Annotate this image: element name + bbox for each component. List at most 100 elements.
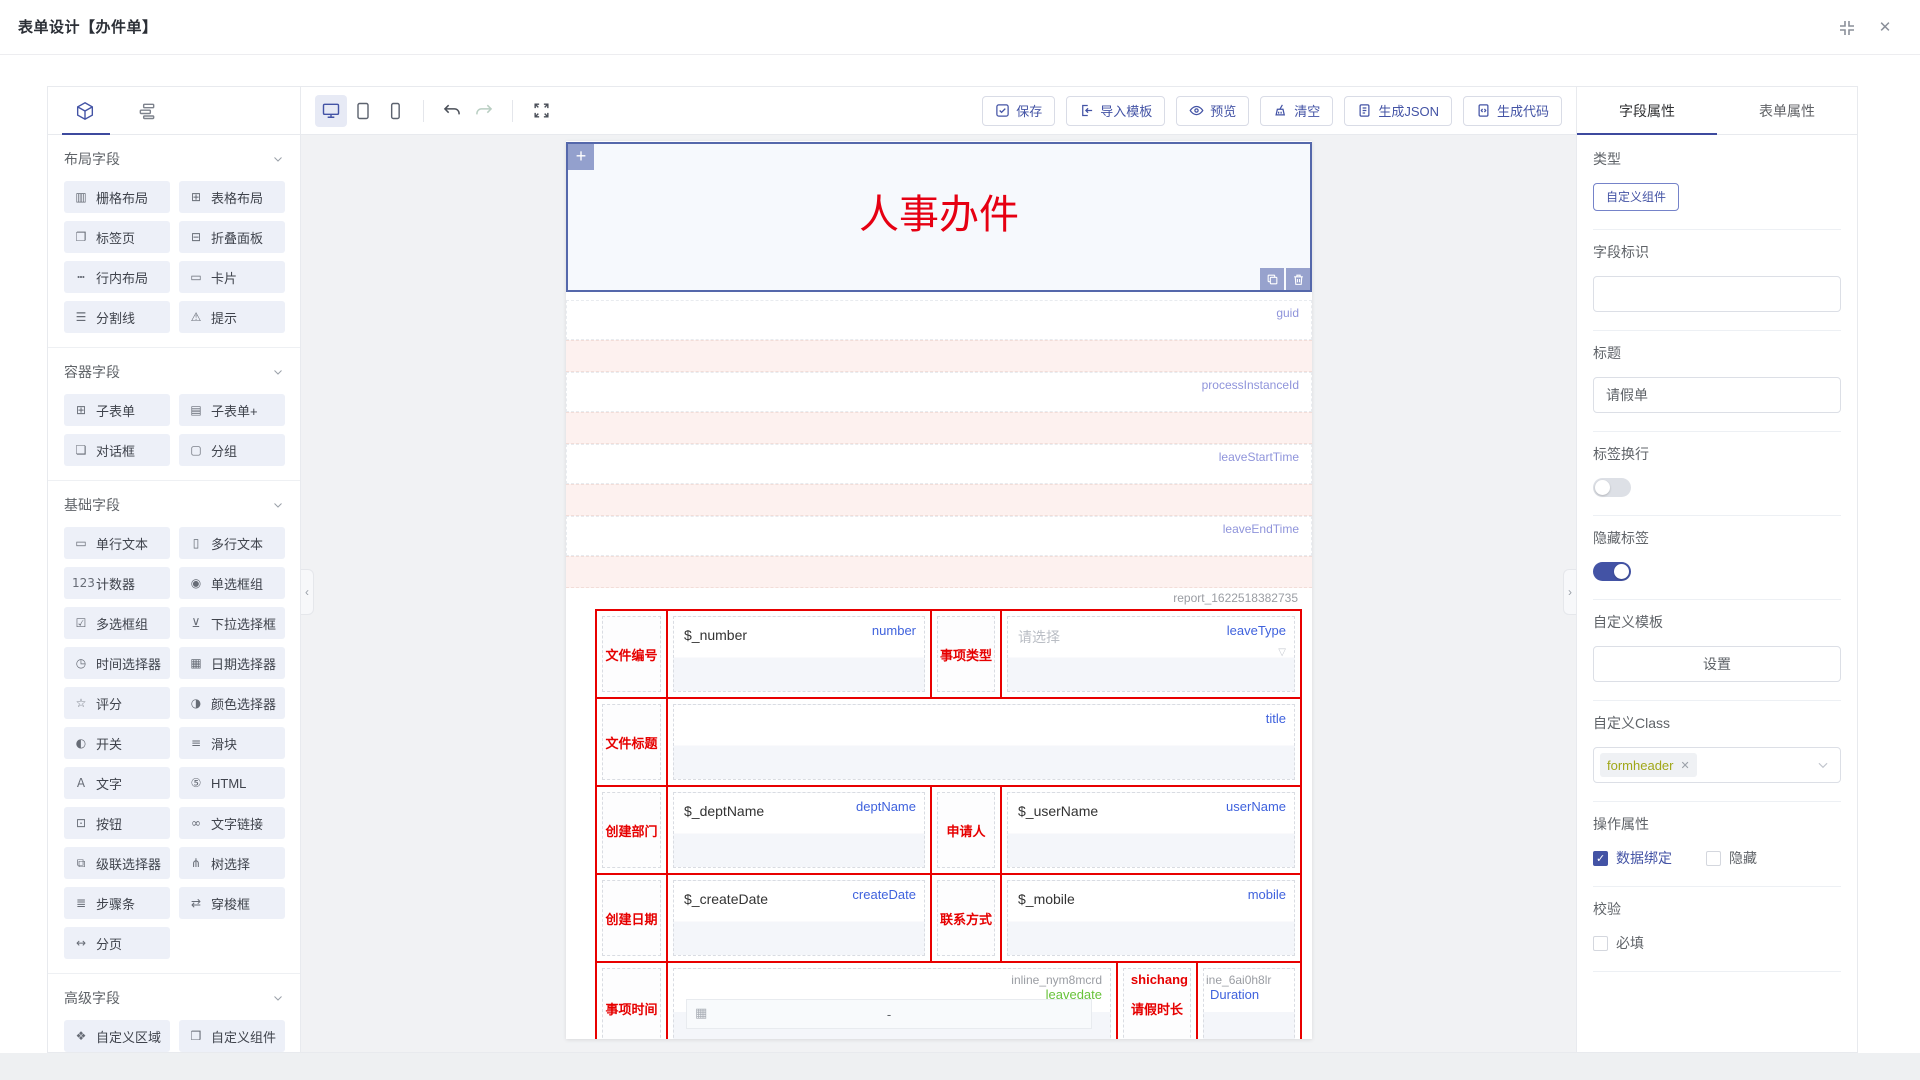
- preview-button[interactable]: 预览: [1176, 96, 1249, 126]
- label-cell[interactable]: 事项类型: [937, 616, 995, 692]
- data-bind-checkbox-row[interactable]: 数据绑定: [1593, 848, 1672, 868]
- input-field-cell[interactable]: title: [673, 704, 1295, 780]
- palette-item[interactable]: ▯多行文本: [179, 527, 285, 559]
- label-cell[interactable]: 创建部门: [602, 792, 661, 868]
- tab-form-properties[interactable]: 表单属性: [1717, 87, 1857, 134]
- field-component[interactable]: leaveStartTime: [566, 444, 1312, 484]
- section-header[interactable]: 容器字段: [64, 362, 284, 382]
- palette-item[interactable]: ▢分组: [179, 434, 285, 466]
- design-canvas[interactable]: ‹ › + 人事办件: [301, 135, 1576, 1052]
- tab-components-cube-icon[interactable]: [72, 98, 98, 124]
- palette-item[interactable]: ∞文字链接: [179, 807, 285, 839]
- palette-item[interactable]: ☰分割线: [64, 301, 170, 333]
- settings-button[interactable]: 设置: [1593, 646, 1841, 682]
- field-id-input[interactable]: [1593, 276, 1841, 312]
- title-input[interactable]: [1593, 377, 1841, 413]
- checkbox-icon[interactable]: [1706, 851, 1721, 866]
- close-icon[interactable]: ✕: [1876, 19, 1894, 37]
- selected-form-header-component[interactable]: + 人事办件: [566, 142, 1312, 292]
- palette-item[interactable]: ▤子表单+: [179, 394, 285, 426]
- save-button[interactable]: 保存: [982, 96, 1055, 126]
- move-handle-icon[interactable]: +: [568, 144, 594, 170]
- clear-button[interactable]: 清空: [1260, 96, 1333, 126]
- palette-item[interactable]: A文字: [64, 767, 170, 799]
- palette-item[interactable]: ⑤HTML: [179, 767, 285, 799]
- palette-item[interactable]: ⊟折叠面板: [179, 221, 285, 253]
- label-cell[interactable]: 联系方式: [937, 880, 995, 956]
- generate-code-button[interactable]: 生成代码: [1463, 96, 1562, 126]
- palette-item[interactable]: ❐标签页: [64, 221, 170, 253]
- collapse-right-handle[interactable]: ›: [1563, 569, 1576, 615]
- palette-item[interactable]: ⧉级联选择器: [64, 847, 170, 879]
- generate-json-button[interactable]: 生成JSON: [1344, 96, 1452, 126]
- hide-tag-toggle[interactable]: [1593, 562, 1631, 581]
- delete-component-button[interactable]: [1286, 268, 1310, 290]
- label-cell[interactable]: 事项时间: [602, 968, 661, 1039]
- palette-item[interactable]: ◑颜色选择器: [179, 687, 285, 719]
- palette-item[interactable]: ◐开关: [64, 727, 170, 759]
- field-component[interactable]: leaveEndTime: [566, 516, 1312, 556]
- tab-outline-layers-icon[interactable]: [134, 98, 160, 124]
- label-cell[interactable]: 请假时长 shichang: [1123, 968, 1191, 1039]
- select-field-cell[interactable]: 请选择 leaveType ▽: [1007, 616, 1295, 692]
- field-stripe[interactable]: [566, 412, 1312, 444]
- palette-item[interactable]: ⊡按钮: [64, 807, 170, 839]
- fullscreen-button[interactable]: [525, 95, 557, 127]
- label-cell[interactable]: 申请人: [937, 792, 995, 868]
- input-field-cell[interactable]: $_mobile mobile: [1007, 880, 1295, 956]
- input-field-cell[interactable]: $_number number: [673, 616, 925, 692]
- palette-item[interactable]: ↔分页: [64, 927, 170, 959]
- palette-item[interactable]: ▭卡片: [179, 261, 285, 293]
- palette-item[interactable]: ▥栅格布局: [64, 181, 170, 213]
- palette-item[interactable]: 123计数器: [64, 567, 170, 599]
- checkbox-checked-icon[interactable]: [1593, 851, 1608, 866]
- device-desktop-button[interactable]: [315, 95, 347, 127]
- daterange-field-cell[interactable]: inline_nym8mcrd leavedate ▦ -: [673, 968, 1111, 1039]
- palette-item[interactable]: ≡滑块: [179, 727, 285, 759]
- device-tablet-button[interactable]: [347, 95, 379, 127]
- import-template-button[interactable]: 导入模板: [1066, 96, 1165, 126]
- field-stripe[interactable]: [566, 556, 1312, 588]
- field-component[interactable]: guid: [566, 300, 1312, 340]
- checkbox-icon[interactable]: [1593, 936, 1608, 951]
- redo-button[interactable]: [468, 95, 500, 127]
- tab-field-properties[interactable]: 字段属性: [1577, 87, 1717, 134]
- duration-field-cell[interactable]: ine_6ai0h8lr Duration: [1203, 968, 1295, 1039]
- label-wrap-toggle[interactable]: [1593, 478, 1631, 497]
- hide-checkbox-row[interactable]: 隐藏: [1706, 848, 1757, 868]
- palette-item[interactable]: ≣步骤条: [64, 887, 170, 919]
- field-stripe[interactable]: [566, 340, 1312, 372]
- type-tag[interactable]: 自定义组件: [1593, 183, 1679, 211]
- palette-item[interactable]: ❒自定义组件: [179, 1020, 285, 1052]
- field-stripe[interactable]: [566, 484, 1312, 516]
- compress-icon[interactable]: [1838, 19, 1856, 37]
- palette-item[interactable]: ⋔树选择: [179, 847, 285, 879]
- copy-component-button[interactable]: [1260, 268, 1284, 290]
- palette-item[interactable]: ❏对话框: [64, 434, 170, 466]
- palette-item[interactable]: ❖自定义区域: [64, 1020, 170, 1052]
- required-checkbox-row[interactable]: 必填: [1593, 933, 1841, 953]
- palette-item[interactable]: ⊞表格布局: [179, 181, 285, 213]
- palette-item[interactable]: ⚠提示: [179, 301, 285, 333]
- label-cell[interactable]: 创建日期: [602, 880, 661, 956]
- palette-item[interactable]: ☆评分: [64, 687, 170, 719]
- input-field-cell[interactable]: $_deptName deptName: [673, 792, 925, 868]
- daterange-picker[interactable]: ▦ -: [686, 999, 1092, 1029]
- palette-item[interactable]: ⊞子表单: [64, 394, 170, 426]
- section-header[interactable]: 布局字段: [64, 149, 284, 169]
- section-header[interactable]: 基础字段: [64, 495, 284, 515]
- palette-item[interactable]: ▭单行文本: [64, 527, 170, 559]
- undo-button[interactable]: [436, 95, 468, 127]
- label-cell[interactable]: 文件标题: [602, 704, 661, 780]
- custom-class-select[interactable]: formheader ✕: [1593, 747, 1841, 783]
- palette-item[interactable]: ☑多选框组: [64, 607, 170, 639]
- input-field-cell[interactable]: $_userName userName: [1007, 792, 1295, 868]
- palette-item[interactable]: ◷时间选择器: [64, 647, 170, 679]
- palette-item[interactable]: ▦日期选择器: [179, 647, 285, 679]
- palette-item[interactable]: ┅行内布局: [64, 261, 170, 293]
- device-mobile-button[interactable]: [379, 95, 411, 127]
- field-component[interactable]: processInstanceId: [566, 372, 1312, 412]
- collapse-left-handle[interactable]: ‹: [301, 569, 314, 615]
- palette-item[interactable]: ⇄穿梭框: [179, 887, 285, 919]
- label-cell[interactable]: 文件编号: [602, 616, 661, 692]
